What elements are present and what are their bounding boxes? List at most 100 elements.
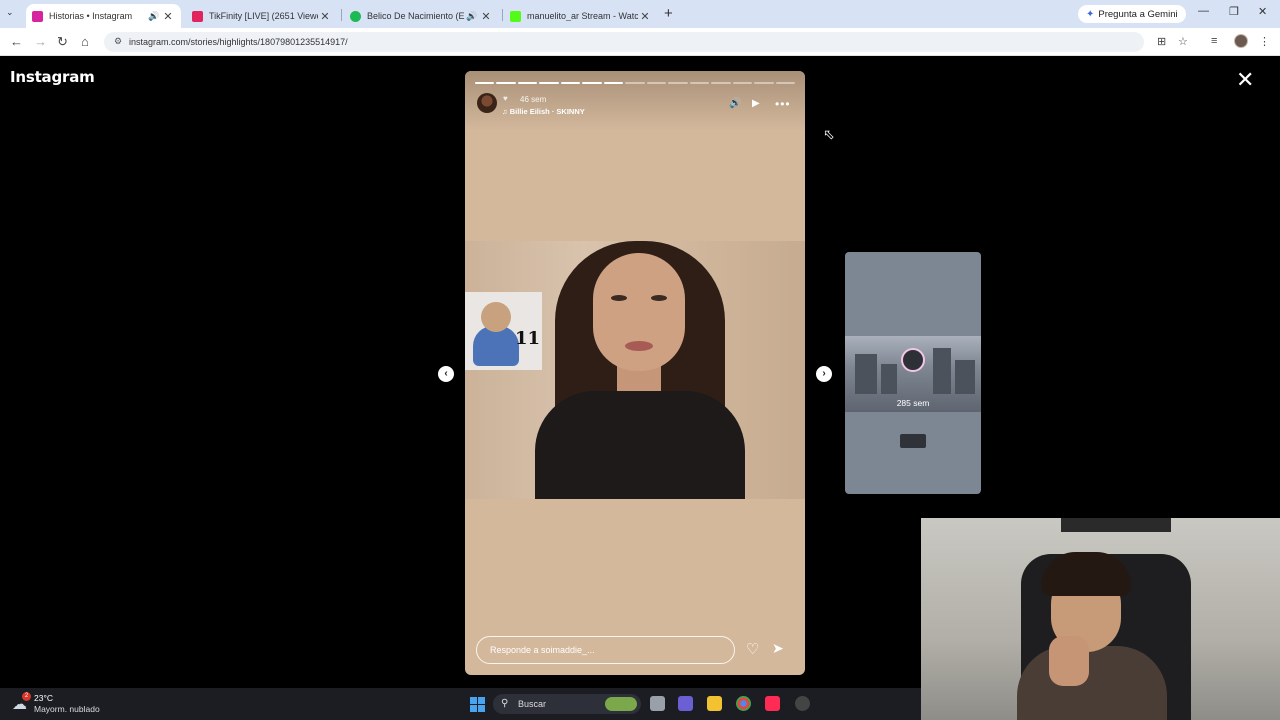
taskbar-search-box[interactable]: ⚲ Buscar <box>493 694 641 714</box>
tab-instagram[interactable]: Historias • Instagram 🔊 ✕ <box>26 4 181 28</box>
windows-taskbar: ☁ 2 23°C Mayorm. nublado ⚲ Buscar <box>0 688 921 720</box>
reply-placeholder: Responde a soimaddie_... <box>490 645 595 655</box>
address-bar[interactable]: ⚙ instagram.com/stories/highlights/18079… <box>104 32 1144 52</box>
gemini-sparkle-icon: ✦ <box>1086 8 1095 20</box>
preview-building <box>933 348 951 394</box>
story-music-label[interactable]: ♫ Billie Eilish · SKINNY <box>502 107 585 116</box>
teams-icon[interactable] <box>678 696 693 711</box>
search-highlight-art <box>605 697 637 711</box>
profile-avatar[interactable] <box>1234 34 1248 48</box>
reply-input[interactable]: Responde a soimaddie_... <box>476 636 735 664</box>
home-icon[interactable]: ⌂ <box>81 34 89 49</box>
next-story-time-ago: 285 sem <box>896 398 930 408</box>
preview-building <box>881 364 897 394</box>
tab-title: TikFinity [LIVE] (2651 Viewers) <box>209 11 318 21</box>
story-music-text: Billie Eilish · SKINNY <box>509 107 585 116</box>
tiktok-icon[interactable] <box>765 696 780 711</box>
tab-title: manuelito_ar Stream - Watch L <box>527 11 638 21</box>
previous-story-chevron-icon[interactable]: ‹ <box>438 366 454 382</box>
send-paper-plane-icon[interactable]: ➤ <box>772 640 784 657</box>
taskbar-search-label: Buscar <box>518 699 547 709</box>
tab-close-icon[interactable]: ✕ <box>479 10 493 23</box>
tab-spotify[interactable]: Belico De Nacimiento (En Vi 🔊 ✕ <box>344 4 499 28</box>
tab-title: Historias • Instagram <box>49 11 133 21</box>
tab-separator <box>341 9 342 21</box>
heart-icon: ♥ <box>503 94 508 103</box>
volume-icon[interactable]: 🔊 <box>729 98 741 109</box>
music-bars-icon: ♫ <box>502 107 510 116</box>
tab-separator <box>502 9 503 21</box>
story-time-ago: 46 sem <box>520 95 547 104</box>
window-restore-icon[interactable]: ❐ <box>1229 5 1239 18</box>
tab-close-icon[interactable]: ✕ <box>318 10 332 23</box>
story-progress-segment <box>754 82 774 84</box>
play-icon[interactable]: ▶ <box>752 98 760 109</box>
story-progress-segment <box>539 82 559 84</box>
tab-audio-icon[interactable]: 🔊 <box>465 11 479 22</box>
photo-lips <box>625 341 653 351</box>
webcam-shelf-shape <box>1061 518 1171 532</box>
site-info-icon[interactable]: ⚙ <box>114 36 122 47</box>
gemini-label: Pregunta a Gemini <box>1098 8 1178 20</box>
reload-icon[interactable]: ↻ <box>57 34 68 50</box>
story-author-avatar[interactable] <box>477 93 497 113</box>
browser-tab-strip: ⌄ Historias • Instagram 🔊 ✕ TikFinity [L… <box>0 0 1280 28</box>
tab-title: Belico De Nacimiento (En Vi <box>367 11 465 21</box>
tab-close-icon[interactable]: ✕ <box>161 10 175 23</box>
spotify-favicon-icon <box>350 10 361 22</box>
instagram-logo[interactable]: Instagram <box>10 68 95 86</box>
url-text[interactable]: instagram.com/stories/highlights/1807980… <box>129 37 348 47</box>
story-progress-segment <box>646 82 667 84</box>
media-controls-icon[interactable]: ≡ <box>1211 35 1217 47</box>
next-story-chevron-icon[interactable]: › <box>816 366 832 382</box>
story-photo <box>465 241 805 499</box>
next-story-preview[interactable]: 285 sem <box>845 252 981 494</box>
install-app-icon[interactable]: ⊞ <box>1157 35 1166 48</box>
forward-arrow-icon[interactable]: → <box>34 34 47 49</box>
browser-menu-icon[interactable]: ⋮ <box>1259 35 1270 48</box>
new-tab-plus-icon[interactable]: + <box>664 5 673 22</box>
tab-kick[interactable]: manuelito_ar Stream - Watch L ✕ <box>504 4 658 28</box>
webcam-body-shape <box>1017 646 1167 720</box>
story-progress-segment <box>689 82 710 84</box>
story-progress-segment <box>625 82 645 84</box>
file-explorer-icon[interactable] <box>707 696 722 711</box>
webcam-hands-shape <box>1049 636 1089 686</box>
story-progress-segment <box>603 82 624 84</box>
preview-building <box>855 354 877 394</box>
instagram-favicon-icon <box>32 10 43 22</box>
tab-audio-icon[interactable]: 🔊 <box>147 11 161 22</box>
webcam-overlay <box>921 518 1280 720</box>
sticker-number: 11 <box>515 328 541 349</box>
bookmark-star-icon[interactable]: ☆ <box>1178 35 1188 48</box>
window-minimize-icon[interactable]: — <box>1198 5 1209 17</box>
tab-tikfinity[interactable]: TikFinity [LIVE] (2651 Viewers) ✕ <box>186 4 338 28</box>
weather-condition[interactable]: Mayorm. nublado <box>34 704 100 714</box>
window-close-icon[interactable]: ✕ <box>1258 5 1267 18</box>
browser-toolbar: ← → ↻ ⌂ ⚙ instagram.com/stories/highligh… <box>0 28 1280 56</box>
sticker-cat-head <box>481 302 511 332</box>
app-icon[interactable] <box>795 696 810 711</box>
task-view-icon[interactable] <box>650 696 665 711</box>
ask-gemini-button[interactable]: ✦ Pregunta a Gemini <box>1078 5 1186 23</box>
search-icon: ⚲ <box>501 698 509 709</box>
windows-start-icon[interactable] <box>470 697 485 712</box>
tikfinity-favicon-icon <box>192 10 203 22</box>
mouse-cursor-icon: ⬁ <box>823 126 835 142</box>
more-options-icon[interactable]: ••• <box>775 97 791 111</box>
story-progress-segment <box>517 82 538 84</box>
story-viewer[interactable]: ♥ 46 sem ♫ Billie Eilish · SKINNY 🔊 ▶ ••… <box>465 71 805 675</box>
next-story-avatar <box>901 348 925 372</box>
kick-favicon-icon <box>510 10 521 22</box>
photo-eye-left <box>611 295 627 301</box>
cat-sticker: 11 <box>465 292 542 370</box>
close-icon[interactable]: ✕ <box>1236 69 1254 91</box>
back-arrow-icon[interactable]: ← <box>10 34 23 49</box>
tab-close-icon[interactable]: ✕ <box>638 10 652 23</box>
tab-search-chevron-icon[interactable]: ⌄ <box>6 7 14 18</box>
weather-temperature[interactable]: 23°C <box>34 693 53 703</box>
story-progress-segment <box>668 82 688 84</box>
story-progress-segment <box>496 82 516 84</box>
like-heart-icon[interactable]: ♡ <box>746 640 759 658</box>
chrome-icon[interactable] <box>736 696 751 711</box>
